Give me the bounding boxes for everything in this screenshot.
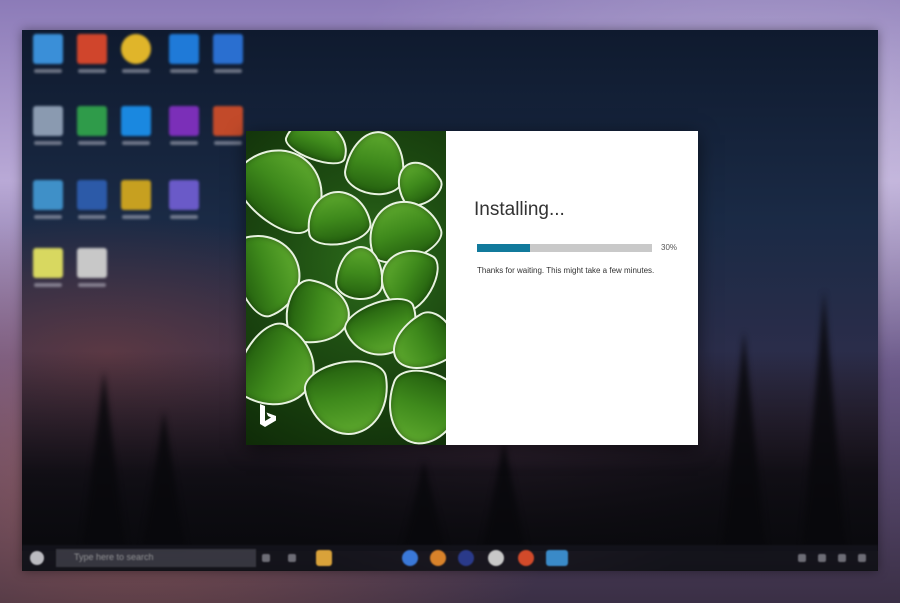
tree-silhouette	[402, 461, 446, 551]
taskbar-app-active[interactable]	[546, 550, 568, 566]
install-progress-fill	[477, 244, 530, 252]
installer-window: Installing... 30% Thanks for waiting. Th…	[246, 131, 698, 445]
desktop-icon[interactable]	[30, 106, 66, 154]
taskbar-app-3[interactable]	[458, 550, 474, 566]
tree-silhouette	[722, 331, 766, 551]
desktop-icon[interactable]	[74, 248, 110, 296]
tray-icon[interactable]	[798, 554, 806, 562]
start-button[interactable]	[30, 551, 44, 565]
desktop-icon-grid	[30, 34, 250, 314]
desktop-icon[interactable]	[166, 34, 202, 82]
desktop-icon[interactable]	[118, 106, 154, 154]
desktop-icon[interactable]	[118, 180, 154, 228]
desktop-icon[interactable]	[166, 180, 202, 228]
taskbar-search-placeholder: Type here to search	[74, 552, 154, 562]
desktop-icon[interactable]	[74, 34, 110, 82]
desktop-icon[interactable]	[30, 248, 66, 296]
installing-title: Installing...	[474, 199, 565, 220]
tray-icon[interactable]	[818, 554, 826, 562]
taskbar: Type here to search	[22, 545, 878, 571]
desktop-icon[interactable]	[74, 106, 110, 154]
taskbar-app-4[interactable]	[488, 550, 504, 566]
installer-panel: Installing... 30% Thanks for waiting. Th…	[446, 131, 698, 445]
cortana-icon[interactable]	[288, 554, 296, 562]
desktop-icon[interactable]	[74, 180, 110, 228]
taskbar-app-edge[interactable]	[402, 550, 418, 566]
desktop-icon[interactable]	[210, 106, 246, 154]
tree-silhouette	[142, 411, 186, 551]
taskbar-app-file-explorer[interactable]	[316, 550, 332, 566]
notification-icon[interactable]	[858, 554, 866, 562]
desktop-icon[interactable]	[166, 106, 202, 154]
taskbar-app-chrome[interactable]	[518, 550, 534, 566]
install-progress-bar	[477, 244, 652, 252]
tree-silhouette	[82, 371, 126, 551]
desktop-icon[interactable]	[210, 34, 246, 82]
desktop-icon[interactable]	[30, 34, 66, 82]
tree-silhouette	[802, 291, 846, 551]
install-wait-message: Thanks for waiting. This might take a fe…	[477, 266, 655, 275]
taskbar-app-firefox[interactable]	[430, 550, 446, 566]
desktop-icon[interactable]	[118, 34, 154, 82]
task-view-icon[interactable]	[262, 554, 270, 562]
tray-icon[interactable]	[838, 554, 846, 562]
bing-logo-icon	[260, 404, 276, 427]
desktop-icon[interactable]	[30, 180, 66, 228]
taskbar-search-box[interactable]: Type here to search	[56, 549, 256, 567]
install-progress-percent: 30%	[661, 243, 678, 252]
succulent-hero-image	[246, 131, 446, 445]
tree-silhouette	[482, 441, 526, 551]
